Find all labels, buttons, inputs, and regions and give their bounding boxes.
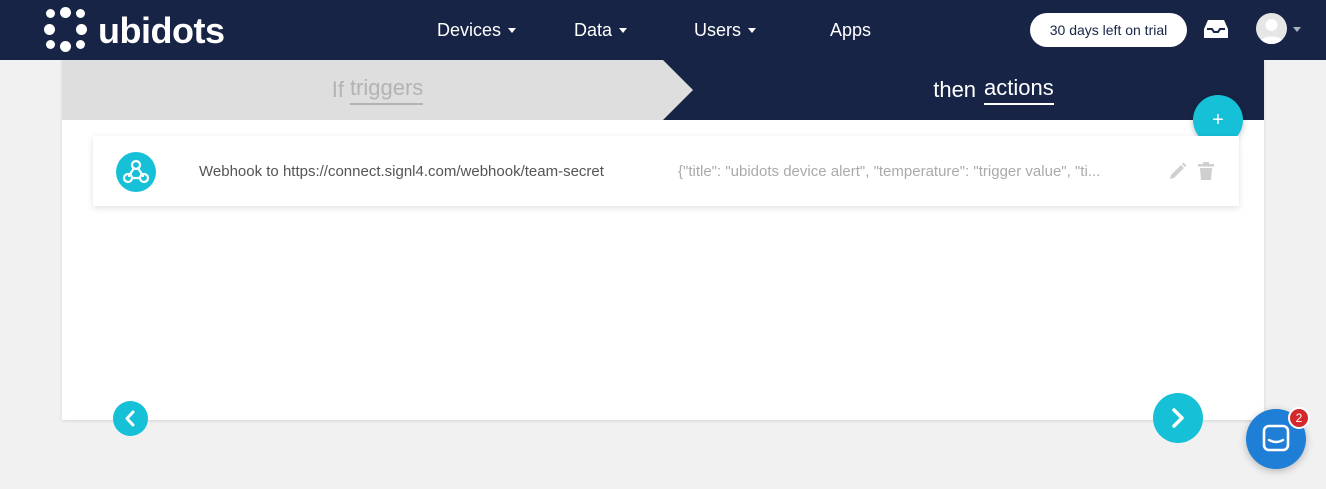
next-step-button[interactable] xyxy=(1153,393,1203,443)
step-triggers[interactable]: If triggers xyxy=(62,60,693,120)
step-actions[interactable]: then actions xyxy=(663,60,1264,120)
logo-dots-icon xyxy=(44,7,90,53)
step-actions-prefix: then xyxy=(933,77,977,102)
nav-apps-label: Apps xyxy=(830,19,872,40)
top-navbar: ubidots Devices Data Users Apps 30 days … xyxy=(0,0,1326,60)
nav-data[interactable]: Data xyxy=(574,0,628,60)
logo-text: ubidots xyxy=(98,10,225,51)
nav-apps[interactable]: Apps xyxy=(830,0,871,60)
chevron-right-icon xyxy=(1172,408,1184,428)
nav-data-label: Data xyxy=(574,19,613,40)
nav-users[interactable]: Users xyxy=(694,0,757,60)
user-avatar[interactable] xyxy=(1256,13,1287,44)
caret-down-icon xyxy=(748,27,757,33)
step-triggers-word: triggers xyxy=(349,75,424,105)
trial-badge[interactable]: 30 days left on trial xyxy=(1030,13,1187,47)
ubidots-logo[interactable]: ubidots xyxy=(44,7,225,53)
previous-step-button[interactable] xyxy=(113,401,148,436)
nav-devices[interactable]: Devices xyxy=(437,0,517,60)
step-triggers-prefix: If xyxy=(331,77,344,102)
inbox-icon[interactable] xyxy=(1203,18,1229,40)
caret-down-icon xyxy=(508,27,517,33)
trash-icon[interactable] xyxy=(1197,161,1215,181)
pencil-icon[interactable] xyxy=(1168,161,1188,181)
step-actions-word: actions xyxy=(984,75,1054,105)
nav-devices-label: Devices xyxy=(437,19,502,40)
nav-users-label: Users xyxy=(694,19,742,40)
action-item[interactable]: Webhook to https://connect.signl4.com/we… xyxy=(93,136,1239,206)
caret-down-icon xyxy=(619,27,628,33)
user-menu-caret-icon[interactable] xyxy=(1293,27,1301,32)
user-silhouette-icon xyxy=(1259,19,1284,44)
action-payload: {"title": "ubidots device alert", "tempe… xyxy=(678,163,1101,180)
wizard-steps: If triggers then actions xyxy=(62,60,1264,120)
chevron-left-icon xyxy=(125,410,135,427)
webhook-icon xyxy=(116,152,156,192)
event-editor-card: If triggers then actions xyxy=(62,60,1264,420)
step-arrow-divider xyxy=(662,60,693,120)
chat-unread-badge: 2 xyxy=(1288,407,1310,429)
action-label: Webhook to https://connect.signl4.com/we… xyxy=(199,163,604,180)
